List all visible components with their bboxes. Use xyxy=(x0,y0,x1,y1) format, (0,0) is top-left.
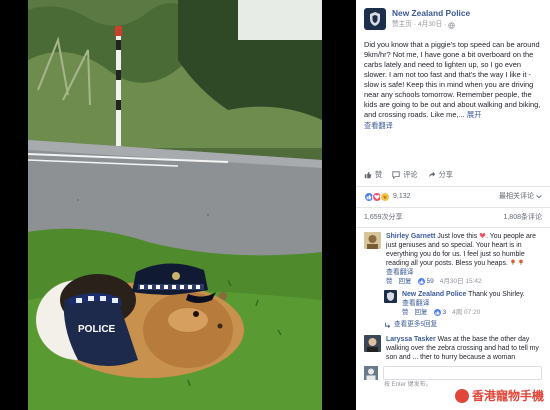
comment-sort-label: 最相关评论 xyxy=(499,192,534,200)
post-header: New Zealand Police 赞主页 · 4月30日 · xyxy=(356,0,550,34)
page-name[interactable]: New Zealand Police xyxy=(392,8,470,19)
comment-like-count: 3 xyxy=(442,308,447,316)
comment-like-link[interactable]: 赞 xyxy=(402,309,409,318)
post-date[interactable]: 4月30日 xyxy=(418,21,442,30)
chevron-down-icon xyxy=(536,194,542,199)
post-text-container: Did you know that a piggie's top speed c… xyxy=(356,34,550,121)
share-count[interactable]: 1,659次分享 xyxy=(364,213,403,222)
commenter-avatar[interactable] xyxy=(364,334,381,352)
share-button[interactable]: 分享 xyxy=(428,170,453,180)
post-text: Did you know that a piggie's top speed c… xyxy=(364,40,541,120)
haha-reaction-icon xyxy=(380,191,390,202)
commenter-avatar[interactable] xyxy=(384,290,397,304)
comment-time[interactable]: 4月30日 15:42 xyxy=(440,278,482,287)
post-panel: New Zealand Police 赞主页 · 4月30日 · Did you… xyxy=(356,0,550,410)
like-page-link[interactable]: 赞主页 xyxy=(392,21,412,30)
reaction-summary[interactable]: 9,132 xyxy=(364,191,411,202)
watermark-text: 香港寵物手機 xyxy=(471,389,544,403)
user-avatar xyxy=(364,366,378,381)
reply-arrow-icon xyxy=(384,322,391,328)
police-vest-label: POLICE xyxy=(78,324,116,335)
thumbs-up-icon xyxy=(364,171,372,178)
watermark-logo-icon xyxy=(454,388,469,403)
page-avatar[interactable] xyxy=(364,8,386,30)
comment-icon xyxy=(392,171,400,179)
comments-section: Shirley Garnett Just love this . You peo… xyxy=(356,228,550,395)
meta-separator: · xyxy=(413,21,416,29)
post-actions: 赞 评论 分享 xyxy=(356,160,550,187)
reaction-count: 9,132 xyxy=(393,192,411,200)
comment-text: Thank you Shirley. xyxy=(468,291,525,299)
like-reaction-icon xyxy=(417,278,425,286)
commenter-name[interactable]: New Zealand Police xyxy=(402,291,466,298)
globe-icon xyxy=(448,22,456,29)
view-more-replies-label: 查看更多5回复 xyxy=(394,321,438,329)
comment-composer xyxy=(364,366,542,381)
reply-item: New Zealand Police Thank you Shirley. 查看… xyxy=(384,290,542,317)
see-translation-link[interactable]: 查看翻译 xyxy=(386,268,542,277)
comment-sort-dropdown[interactable]: 最相关评论 xyxy=(499,192,542,201)
watermark: 香港寵物手機 xyxy=(454,387,544,404)
flower-emoji-icon xyxy=(510,259,515,266)
see-translation-link[interactable]: 查看翻译 xyxy=(402,299,525,308)
guinea-pig-photo: POLICE xyxy=(28,0,322,410)
police-badge-icon xyxy=(370,12,380,26)
expand-link[interactable]: 展开 xyxy=(467,110,482,119)
share-icon xyxy=(428,171,435,178)
post-photo[interactable]: POLICE xyxy=(28,0,322,410)
view-more-replies-link[interactable]: 查看更多5回复 xyxy=(384,321,542,330)
share-label: 分享 xyxy=(438,170,453,179)
reaction-bar: 9,132 最相关评论 xyxy=(356,187,550,208)
see-translation-link[interactable]: 查看翻译 xyxy=(356,121,550,131)
comment-like-count: 59 xyxy=(426,277,434,285)
comment-time[interactable]: 4周 07:20 xyxy=(452,309,480,318)
meta-separator: · xyxy=(444,21,447,29)
comment-like-link[interactable]: 赞 xyxy=(386,278,393,287)
comment-item: Laryssa Tasker Was at the base the other… xyxy=(364,334,542,363)
commenter-avatar[interactable] xyxy=(364,231,381,249)
comment-input[interactable] xyxy=(383,366,542,381)
comment-button[interactable]: 评论 xyxy=(392,170,418,180)
comment-label: 评论 xyxy=(403,170,418,179)
flower-emoji-icon xyxy=(518,259,523,266)
like-button[interactable]: 赞 xyxy=(364,170,382,180)
like-label: 赞 xyxy=(375,170,383,179)
comment-reply-link[interactable]: 回复 xyxy=(399,278,412,287)
comment-text: Just love this xyxy=(437,232,478,240)
commenter-name[interactable]: Laryssa Tasker xyxy=(386,336,436,343)
comment-reactions[interactable]: 59 xyxy=(417,277,434,287)
share-comment-stats: 1,659次分享 1,808条评论 xyxy=(356,208,550,228)
comment-item: Shirley Garnett Just love this . You peo… xyxy=(364,231,542,287)
comment-reply-link[interactable]: 回复 xyxy=(415,309,428,318)
like-reaction-icon xyxy=(433,309,441,317)
comment-count[interactable]: 1,808条评论 xyxy=(503,213,542,222)
commenter-name[interactable]: Shirley Garnett xyxy=(386,233,435,240)
comment-reactions[interactable]: 3 xyxy=(433,308,447,318)
